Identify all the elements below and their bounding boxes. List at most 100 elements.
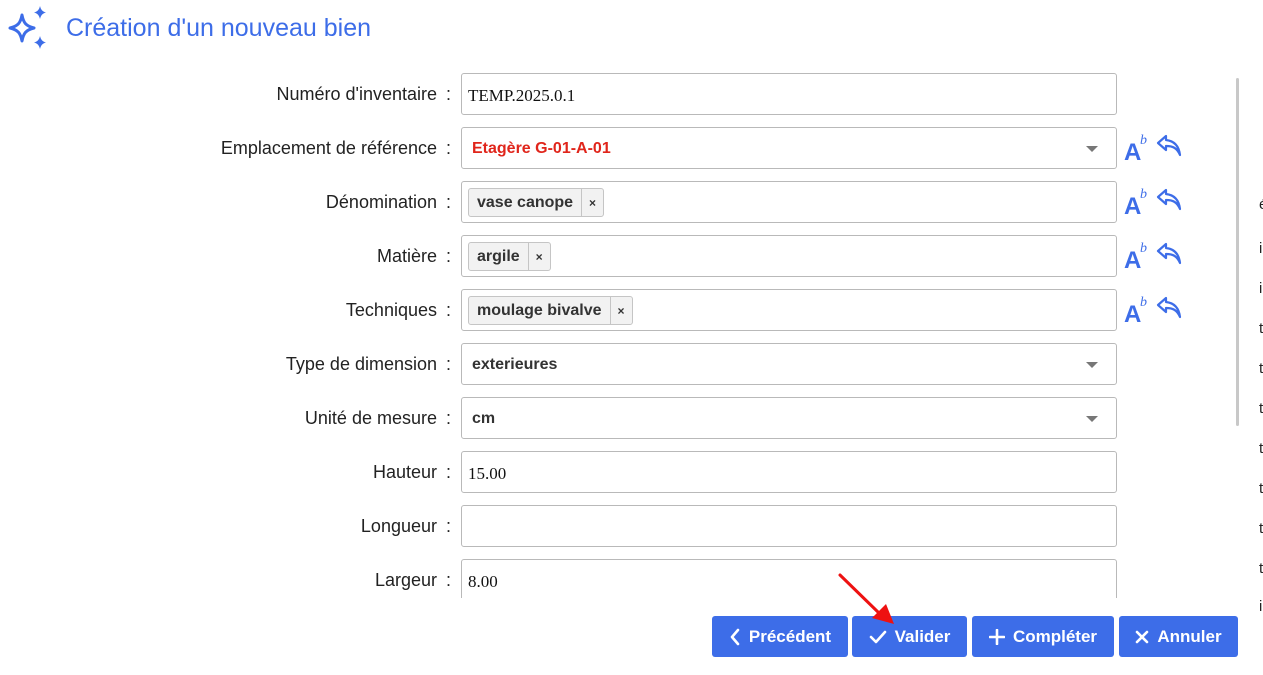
check-icon	[869, 630, 886, 643]
field-tools: Ab	[1124, 239, 1184, 274]
height-value: 15.00	[468, 464, 507, 483]
row-techniques: Techniques : moulage bivalve × Ab	[0, 289, 1240, 331]
dimension-type-select[interactable]: exterieures	[461, 343, 1117, 385]
unit-select[interactable]: cm	[461, 397, 1117, 439]
cancel-button-label: Annuler	[1157, 626, 1222, 646]
colon: :	[446, 300, 452, 320]
background-char: t	[1259, 480, 1263, 497]
tag-remove-icon[interactable]: ×	[609, 297, 632, 324]
techniques-tag-input[interactable]: moulage bivalve ×	[461, 289, 1117, 331]
background-char: t	[1259, 560, 1263, 577]
denomination-tag-input[interactable]: vase canope ×	[461, 181, 1117, 223]
background-char: i	[1259, 598, 1263, 615]
text-format-icon[interactable]: Ab	[1124, 133, 1154, 166]
inventory-number-label: Numéro d'inventaire	[276, 84, 437, 104]
colon: :	[446, 354, 452, 374]
techniques-tag: moulage bivalve ×	[468, 296, 633, 325]
undo-arrow-icon[interactable]	[1156, 241, 1182, 267]
text-format-icon[interactable]: Ab	[1124, 187, 1154, 220]
colon: :	[446, 570, 452, 590]
complete-button-label: Compléter	[1012, 626, 1098, 646]
material-label: Matière	[376, 246, 437, 266]
background-char: t	[1259, 320, 1263, 337]
chevron-down-icon[interactable]	[1086, 146, 1098, 152]
annotation-arrow-icon	[838, 573, 894, 624]
chevron-down-icon[interactable]	[1086, 362, 1098, 368]
reference-location-value: Etagère G-01-A-01	[472, 140, 611, 157]
plus-icon	[988, 628, 1005, 645]
tag-label: argile	[477, 248, 520, 265]
complete-button[interactable]: Compléter	[972, 616, 1114, 657]
colon: :	[446, 138, 452, 158]
close-icon	[1136, 630, 1149, 643]
row-width: Largeur : 8.00	[0, 559, 1240, 598]
row-inventory-number: Numéro d'inventaire : TEMP.2025.0.1	[0, 73, 1240, 115]
text-format-icon[interactable]: Ab	[1124, 241, 1154, 274]
length-label: Longueur	[360, 516, 437, 536]
colon: :	[446, 516, 452, 536]
colon: :	[446, 408, 452, 428]
field-tools: Ab	[1124, 131, 1184, 166]
validate-button-label: Valider	[894, 626, 951, 646]
height-label: Hauteur	[372, 462, 437, 482]
denomination-tag: vase canope ×	[468, 188, 605, 217]
inventory-number-value: TEMP.2025.0.1	[468, 86, 576, 105]
sparkles-icon	[8, 6, 46, 49]
cancel-button[interactable]: Annuler	[1119, 616, 1238, 657]
scrollbar[interactable]	[1236, 78, 1239, 426]
background-char: t	[1259, 400, 1263, 417]
dimension-type-value: exterieures	[472, 356, 558, 373]
colon: :	[446, 246, 452, 266]
dialog-header	[6, 6, 52, 50]
undo-arrow-icon[interactable]	[1156, 295, 1182, 321]
row-unit: Unité de mesure : cm	[0, 397, 1240, 439]
previous-button-label: Précédent	[748, 626, 832, 646]
field-tools: Ab	[1124, 185, 1184, 220]
tag-remove-icon[interactable]: ×	[581, 189, 603, 216]
tag-remove-icon[interactable]: ×	[527, 243, 550, 270]
reference-location-label: Emplacement de référence	[220, 138, 437, 158]
chevron-down-icon[interactable]	[1086, 416, 1098, 422]
colon: :	[446, 192, 452, 212]
undo-arrow-icon[interactable]	[1156, 187, 1182, 213]
unit-value: cm	[472, 410, 496, 427]
field-tools: Ab	[1124, 293, 1184, 328]
denomination-label: Dénomination	[325, 192, 437, 212]
row-height: Hauteur : 15.00	[0, 451, 1240, 493]
background-char: t	[1259, 360, 1263, 377]
undo-arrow-icon[interactable]	[1156, 133, 1182, 159]
inventory-number-input[interactable]: TEMP.2025.0.1	[461, 73, 1117, 115]
techniques-label: Techniques	[345, 300, 437, 320]
dialog-title: Création d'un nouveau bien	[66, 14, 372, 42]
previous-button[interactable]: Précédent	[712, 616, 848, 657]
background-char: t	[1259, 440, 1263, 457]
height-input[interactable]: 15.00	[461, 451, 1117, 493]
background-char: i	[1259, 240, 1263, 257]
row-material: Matière : argile × Ab	[0, 235, 1240, 277]
colon: :	[446, 84, 452, 104]
reference-location-select[interactable]: Etagère G-01-A-01	[461, 127, 1117, 169]
text-format-icon[interactable]: Ab	[1124, 295, 1154, 328]
background-char: i	[1259, 280, 1263, 297]
row-reference-location: Emplacement de référence : Etagère G-01-…	[0, 127, 1240, 169]
row-length: Longueur :	[0, 505, 1240, 547]
unit-label: Unité de mesure	[304, 408, 437, 428]
width-label: Largeur	[374, 570, 437, 590]
colon: :	[446, 462, 452, 482]
material-tag-input[interactable]: argile ×	[461, 235, 1117, 277]
form-scroll-area[interactable]: Numéro d'inventaire : TEMP.2025.0.1 Empl…	[0, 62, 1240, 598]
width-value: 8.00	[468, 572, 498, 591]
chevron-left-icon	[730, 628, 740, 645]
row-denomination: Dénomination : vase canope × Ab	[0, 181, 1240, 223]
length-input[interactable]	[461, 505, 1117, 547]
tag-label: moulage bivalve	[477, 302, 602, 319]
dimension-type-label: Type de dimension	[285, 354, 437, 374]
background-char: t	[1259, 520, 1263, 537]
new-item-dialog: Création d'un nouveau bien Numéro d'inve…	[0, 0, 1252, 675]
background-page-edge: é i i t t t t t t t i	[1252, 0, 1263, 675]
row-dimension-type: Type de dimension : exterieures	[0, 343, 1240, 385]
background-char: é	[1259, 196, 1263, 213]
tag-label: vase canope	[477, 194, 574, 211]
width-input[interactable]: 8.00	[461, 559, 1117, 598]
material-tag: argile ×	[468, 242, 551, 271]
